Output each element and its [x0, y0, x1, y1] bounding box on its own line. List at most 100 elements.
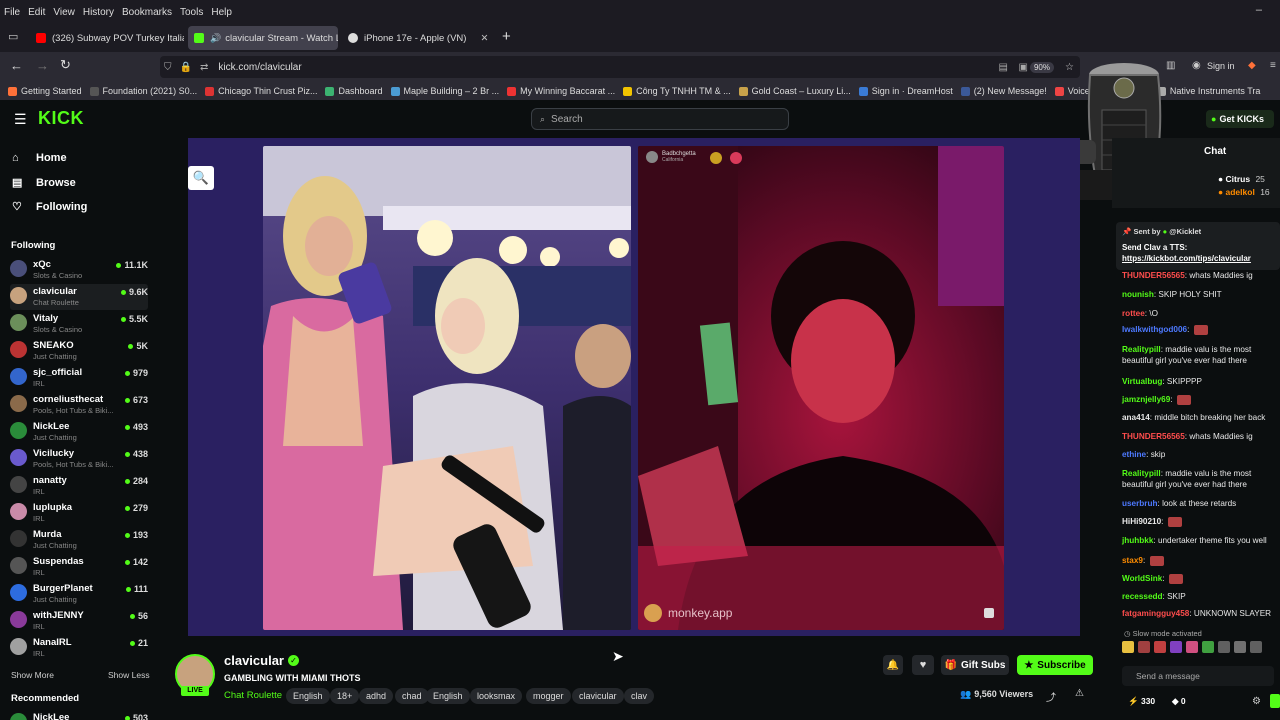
sidebar-channel-item[interactable]: sjc_official IRL 979: [10, 365, 148, 391]
shield-icon[interactable]: ⛉: [164, 62, 172, 73]
minimize-icon[interactable]: –: [1256, 4, 1262, 16]
tts-link[interactable]: https://kickbot.com/tips/clavicular: [1122, 254, 1251, 263]
screenshot-icon[interactable]: ▣: [1019, 62, 1028, 73]
tab-youtube[interactable]: (326) Subway POV Turkey Italia ✕: [30, 26, 184, 50]
stream-tag[interactable]: English: [286, 688, 330, 704]
speaker-icon[interactable]: 🔊: [210, 33, 221, 44]
bookmark-item[interactable]: My Winning Baccarat ...: [507, 86, 615, 96]
bookmark-item[interactable]: (2) New Message!: [960, 86, 1047, 96]
bookmark-item[interactable]: Công Ty TNHH TM & ...: [623, 86, 731, 96]
show-less-button[interactable]: Show Less: [108, 670, 150, 680]
sidebar-channel-item[interactable]: NickLee Just Chatting 493: [10, 419, 148, 445]
stream-tag[interactable]: 18+: [330, 688, 360, 704]
sidebar-channel-item[interactable]: clavicular Chat Roulette 9.6K: [10, 284, 148, 310]
bookmark-item[interactable]: Sign in · DreamHost: [858, 86, 953, 96]
share-icon[interactable]: ⤴: [1046, 689, 1056, 704]
bookmark-item[interactable]: Chicago Thin Crust Piz...: [205, 86, 317, 96]
chat-username[interactable]: THUNDER56565: [1122, 271, 1185, 280]
emote-icon[interactable]: [1250, 641, 1262, 653]
lock-icon[interactable]: 🔒: [180, 62, 192, 73]
bookmark-item[interactable]: Dashboard: [325, 86, 383, 96]
chat-username[interactable]: WorldSink: [1122, 574, 1162, 583]
streamer-name[interactable]: clavicular: [224, 653, 284, 668]
bookmark-item[interactable]: Gold Coast – Luxury Li...: [738, 86, 851, 96]
chat-username[interactable]: ethine: [1122, 450, 1146, 459]
url-bar[interactable]: ⛉ 🔒 ⇄ kick.com/clavicular ▤ ▣ 90% ☆: [160, 56, 1080, 78]
zoom-magnifier-icon[interactable]: 🔍: [188, 166, 214, 190]
menu-help[interactable]: Help: [211, 7, 232, 18]
emote-icon[interactable]: [1138, 641, 1150, 653]
chat-username[interactable]: fatgamingguy458: [1122, 609, 1189, 618]
chat-username[interactable]: Realitypill: [1122, 345, 1161, 354]
emote-icon[interactable]: [1218, 641, 1230, 653]
stream-tag[interactable]: adhd: [359, 688, 394, 704]
notification-bell-icon[interactable]: 🔔: [883, 655, 903, 675]
sidebar-channel-item[interactable]: corneliusthecat Pools, Hot Tubs & Biki...…: [10, 392, 148, 418]
sidebar-channel-item[interactable]: nanatty IRL 284: [10, 473, 148, 499]
stream-category[interactable]: Chat Roulette: [224, 690, 282, 701]
emote-icon[interactable]: [1170, 641, 1182, 653]
emote-icon[interactable]: [1154, 641, 1166, 653]
nav-home[interactable]: ⌂ Home: [12, 152, 67, 164]
sidebar-channel-item[interactable]: Vitaly Slots & Casino 5.5K: [10, 311, 148, 337]
report-icon[interactable]: [984, 608, 994, 618]
emote-icon[interactable]: [1186, 641, 1198, 653]
chat-username[interactable]: Virtualbug: [1122, 377, 1162, 386]
sidebar-channel-item[interactable]: NanaIRL IRL 21: [10, 635, 148, 661]
kicks-balance[interactable]: ◆ 0: [1172, 696, 1186, 707]
recommended-channel[interactable]: NickLee 503: [10, 710, 148, 720]
chat-username[interactable]: THUNDER56565: [1122, 432, 1185, 441]
menu-view[interactable]: View: [53, 7, 75, 18]
chat-username[interactable]: ana414: [1122, 413, 1150, 422]
chat-username[interactable]: HiHi90210: [1122, 517, 1161, 526]
chat-username[interactable]: jamznjelly69: [1122, 395, 1170, 404]
chat-message-input[interactable]: Send a message: [1122, 666, 1274, 686]
stream-tag[interactable]: clavicular: [572, 688, 624, 704]
tab-apple[interactable]: iPhone 17e - Apple (VN) ✕: [342, 26, 494, 50]
chat-username[interactable]: rottee: [1122, 309, 1145, 318]
chat-send-button[interactable]: [1270, 694, 1280, 708]
menu-tools[interactable]: Tools: [180, 7, 203, 18]
report-flag-icon[interactable]: ⚠: [1075, 688, 1084, 699]
stream-tag[interactable]: English: [426, 688, 470, 704]
sidebar-channel-item[interactable]: BurgerPlanet Just Chatting 111: [10, 581, 148, 607]
sidebar-channel-item[interactable]: Murda Just Chatting 193: [10, 527, 148, 553]
get-kicks-button[interactable]: ● Get KICKs: [1206, 110, 1274, 128]
sidebar-channel-item[interactable]: xQc Slots & Casino 11.1K: [10, 257, 148, 283]
reload-icon[interactable]: ↻: [60, 57, 71, 73]
emote-icon[interactable]: [1234, 641, 1246, 653]
menu-bookmarks[interactable]: Bookmarks: [122, 7, 172, 18]
stream-tag[interactable]: chad: [395, 688, 429, 704]
gift-subs-button[interactable]: 🎁 Gift Subs: [941, 655, 1009, 675]
video-player[interactable]: Badbchgetta California monkey.app 🔍: [188, 138, 1080, 636]
stream-tag[interactable]: mogger: [526, 688, 571, 704]
sidebar-channel-item[interactable]: withJENNY IRL 56: [10, 608, 148, 634]
emote-icon[interactable]: [1202, 641, 1214, 653]
chat-username[interactable]: nounish: [1122, 290, 1154, 299]
forward-icon[interactable]: →: [36, 58, 49, 73]
extension-icon[interactable]: ◆: [1248, 60, 1256, 71]
close-tab-icon[interactable]: ✕: [480, 33, 488, 44]
hamburger-menu-icon[interactable]: ☰: [14, 111, 27, 128]
sidebar-channel-item[interactable]: Vicilucky Pools, Hot Tubs & Biki... 438: [10, 446, 148, 472]
bookmark-item[interactable]: Foundation (2021) S0...: [89, 86, 197, 96]
menu-icon[interactable]: ≡: [1270, 60, 1276, 71]
reader-icon[interactable]: ▤: [999, 62, 1008, 73]
nav-browse[interactable]: ▤ Browse: [12, 176, 76, 190]
follow-heart-icon[interactable]: ♥: [912, 655, 934, 675]
menu-file[interactable]: File: [4, 7, 20, 18]
tab-kick[interactable]: 🔊 clavicular Stream - Watch L ✕: [188, 26, 338, 50]
sidebar-channel-item[interactable]: luplupka IRL 279: [10, 500, 148, 526]
permissions-icon[interactable]: ⇄: [200, 62, 208, 73]
sidebar-channel-item[interactable]: SNEAKO Just Chatting 5K: [10, 338, 148, 364]
sign-in-link[interactable]: Sign in: [1207, 61, 1235, 71]
chat-username[interactable]: stax9: [1122, 556, 1143, 565]
chat-username[interactable]: jhuhbkk: [1122, 536, 1153, 545]
stream-tag[interactable]: looksmax: [470, 688, 523, 704]
channel-points[interactable]: ⚡ 330: [1128, 696, 1155, 707]
bookmark-item[interactable]: Maple Building – 2 Br ...: [390, 86, 499, 96]
tab-list-icon[interactable]: ▭: [8, 30, 18, 43]
menu-edit[interactable]: Edit: [28, 7, 45, 18]
menu-history[interactable]: History: [83, 7, 114, 18]
nav-following[interactable]: ♡ Following: [12, 200, 87, 214]
